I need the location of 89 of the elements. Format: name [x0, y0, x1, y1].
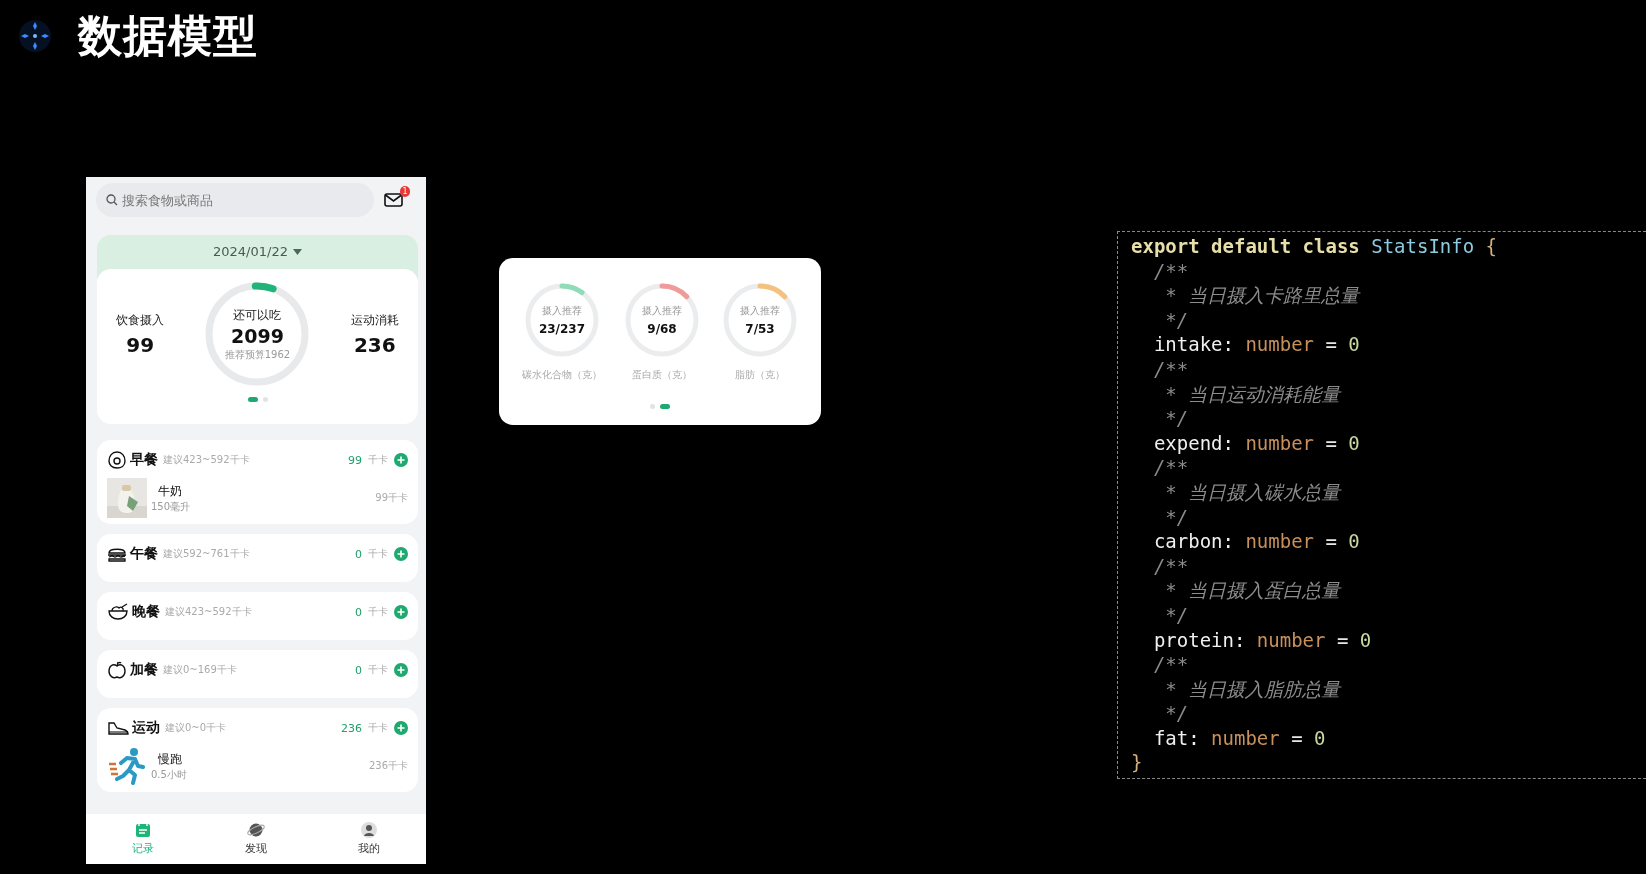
calorie-value: 0 [355, 605, 362, 619]
item-amount: 0.5小时 [151, 767, 188, 782]
nav-tab[interactable]: 我的 [344, 822, 395, 856]
stat-label: 运动消耗 [350, 311, 399, 329]
date-label: 2024/01/22 [213, 244, 288, 259]
pager-dot[interactable] [650, 404, 655, 409]
calorie-value: 0 [355, 547, 362, 561]
calorie-unit: 千卡 [368, 663, 388, 677]
nutrient-label: 蛋白质（克） [632, 368, 692, 382]
code-line: } [1131, 750, 1144, 776]
ring-caption: 摄入推荐 [542, 304, 582, 318]
code-line: /** [1152, 258, 1190, 284]
meal-name: 运动 [132, 719, 160, 737]
stat-value: 236 [353, 332, 396, 357]
search-icon [106, 194, 118, 206]
meal-hint: 建议592~761千卡 [163, 547, 251, 561]
code-line: intake: number = 0 [1152, 332, 1361, 357]
code-line: /** [1152, 652, 1190, 677]
stat-value: 2099 [231, 324, 284, 347]
budget-note: 推荐预算1962 [224, 347, 291, 362]
meal-name: 午餐 [130, 545, 158, 563]
meal-name: 加餐 [130, 661, 158, 679]
pager-dot[interactable] [262, 397, 268, 402]
planet-icon [247, 822, 265, 838]
code-line: * 当日运动消耗能量 [1164, 381, 1343, 407]
code-line: /** [1152, 455, 1190, 480]
stat-label: 还可以吃 [233, 306, 282, 324]
avatar-icon [361, 822, 378, 838]
calorie-unit: 千卡 [368, 453, 388, 467]
code-line: export default class StatsInfo { [1131, 234, 1499, 259]
meal-hint: 建议423~592千卡 [165, 605, 253, 619]
item-calories: 99千卡 [375, 491, 408, 505]
search-field[interactable]: 搜索食物或商品 [96, 183, 374, 217]
add-icon[interactable] [394, 547, 408, 561]
code-line: */ [1164, 504, 1190, 530]
nutrient-label: 脂肪（克） [735, 368, 785, 382]
add-icon[interactable] [394, 721, 408, 735]
ring-caption: 摄入推荐 [642, 304, 682, 318]
meal-hint: 建议0~0千卡 [165, 721, 228, 735]
nutrient-label: 碳水化合物（克） [522, 368, 602, 382]
stat-value: 99 [126, 332, 155, 357]
code-line: fat: number = 0 [1152, 725, 1327, 751]
notepad-icon [134, 822, 151, 838]
calorie-unit: 千卡 [368, 547, 388, 561]
runner-icon [107, 746, 147, 786]
code-line: */ [1164, 602, 1190, 628]
calorie-value: 0 [355, 663, 362, 677]
ring-value: 9/68 [647, 322, 677, 336]
code-line: carbon: number = 0 [1152, 529, 1361, 554]
shoe-icon [107, 720, 129, 736]
add-icon[interactable] [394, 453, 408, 467]
slide-title: 数据模型 [78, 8, 258, 63]
egg-icon [107, 450, 127, 470]
stat-label: 饮食摄入 [116, 311, 165, 329]
calorie-unit: 千卡 [368, 605, 388, 619]
meal-name: 晚餐 [132, 603, 160, 621]
item-name: 慢跑 [158, 750, 183, 768]
add-icon[interactable] [394, 663, 408, 677]
code-line: */ [1164, 307, 1190, 333]
bowl-icon [107, 602, 129, 622]
code-line: * 当日摄入碳水总量 [1164, 479, 1343, 505]
notification-badge: 1 [400, 186, 410, 197]
ring-caption: 摄入推荐 [740, 304, 780, 318]
calorie-value: 99 [348, 453, 362, 467]
calorie-value: 236 [341, 721, 362, 735]
code-line: */ [1164, 406, 1190, 431]
add-icon[interactable] [394, 605, 408, 619]
meal-hint: 建议423~592千卡 [163, 453, 251, 467]
code-line: * 当日摄入卡路里总量 [1164, 283, 1362, 308]
meal-hint: 建议0~169千卡 [163, 663, 238, 677]
meal-name: 早餐 [130, 451, 158, 469]
apple-icon [107, 660, 127, 680]
sparkle-logo-icon [17, 18, 53, 54]
code-line: * 当日摄入脂肪总量 [1164, 676, 1343, 702]
code-line: protein: number = 0 [1152, 627, 1373, 653]
code-line: /** [1152, 356, 1190, 382]
code-line: */ [1164, 701, 1190, 726]
mail-icon[interactable] [384, 192, 404, 208]
code-line: /** [1152, 553, 1190, 579]
nav-tab[interactable]: 发现 [231, 822, 281, 856]
code-line: * 当日摄入蛋白总量 [1164, 578, 1343, 603]
calorie-unit: 千卡 [368, 721, 388, 735]
code-line: expend: number = 0 [1152, 430, 1361, 456]
ring-value: 23/237 [538, 322, 586, 336]
item-amount: 150毫升 [151, 499, 192, 514]
item-name: 牛奶 [158, 482, 183, 500]
caret-icon [292, 249, 302, 255]
ring-value: 7/53 [745, 322, 775, 336]
item-calories: 236千卡 [368, 759, 408, 773]
